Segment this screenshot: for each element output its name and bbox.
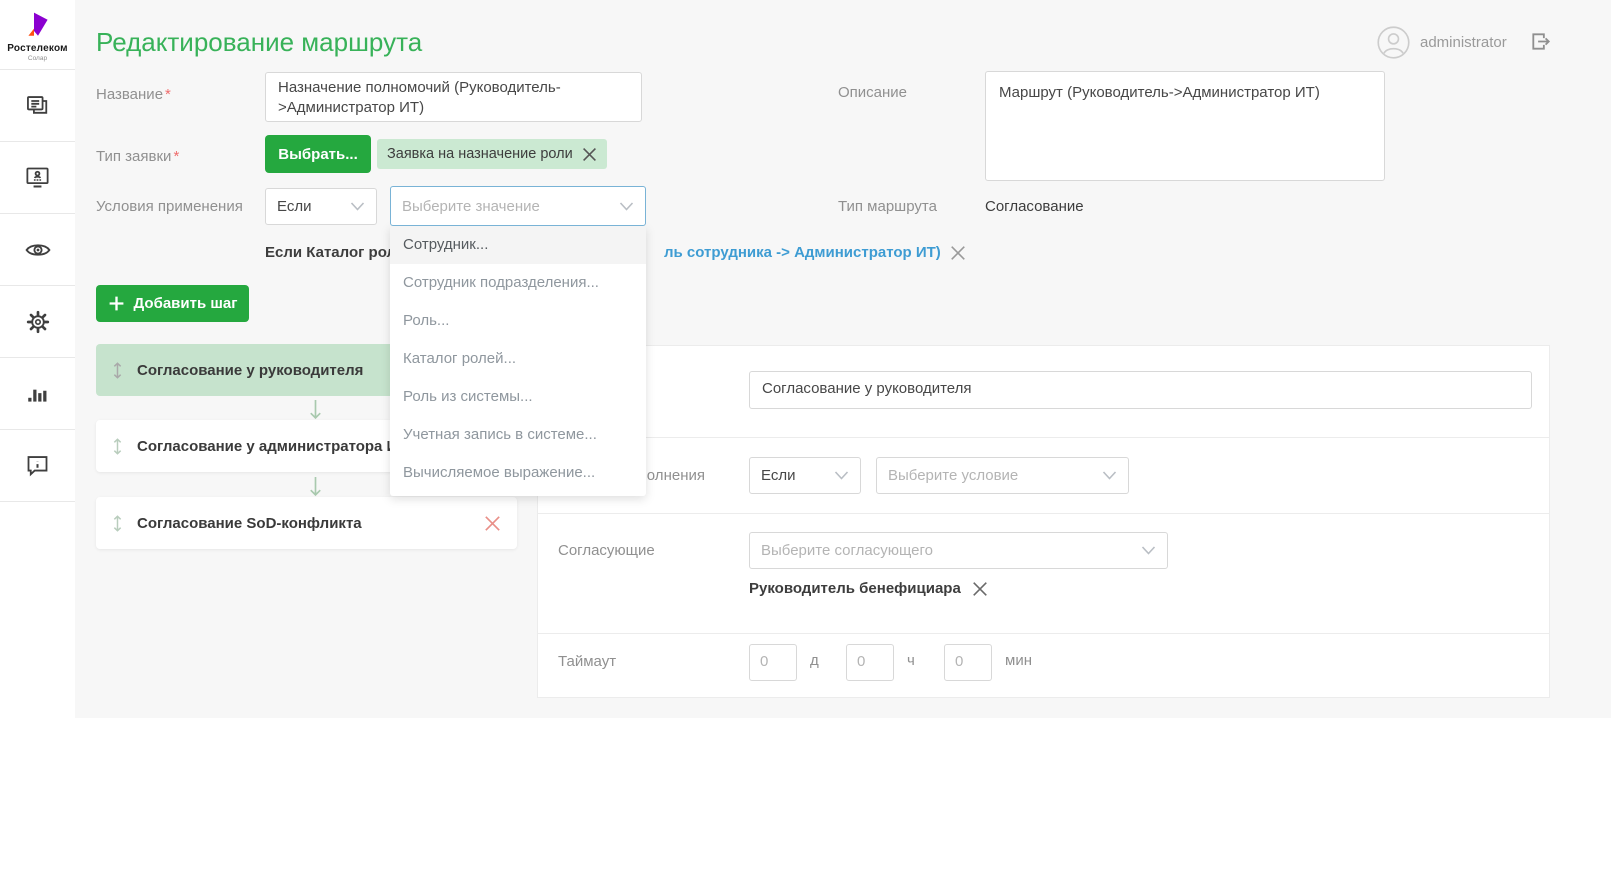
timeout-section: Таймаут 0 д 0 ч 0 мин [538,634,1549,697]
dropdown-item-role[interactable]: Роль... [390,302,646,340]
name-input[interactable]: Назначение полномочий (Руководитель->Адм… [265,72,642,122]
route-type-label: Тип маршрута [838,198,937,215]
timeout-minutes-input[interactable]: 0 [944,644,992,681]
chevron-down-icon [1141,542,1156,559]
apply-condition-value-select[interactable]: Выберите значение [390,186,646,226]
drag-handle-icon[interactable] [112,437,123,456]
request-type-label: Тип заявки * [96,148,180,165]
add-step-label: Добавить шаг [133,295,238,312]
chevron-down-icon [619,198,634,215]
monitor-approval-icon [26,167,49,188]
drag-handle-icon[interactable] [112,514,123,533]
dropdown-item-employee[interactable]: Сотрудник... [390,226,646,264]
brand-logo: Ростелеком Солар [0,0,75,70]
dropdown-item-system-account[interactable]: Учетная запись в системе... [390,416,646,454]
avatar-icon [1377,26,1410,59]
operator-value: Если [277,198,312,215]
username: administrator [1420,34,1507,51]
timeout-days-unit: д [810,652,819,669]
eye-icon [24,243,51,256]
step-name-input[interactable]: Согласование у руководителя [749,371,1532,409]
step-name-section: Согласование у руководителя [538,346,1549,438]
step-card-sod-conflict-approval[interactable]: Согласование SoD-конфликта [96,497,517,549]
chevron-down-icon [834,467,849,484]
applied-condition-link[interactable]: ль сотрудника -> Администратор ИТ) [664,244,941,261]
drag-handle-icon[interactable] [112,361,123,380]
add-step-button[interactable]: Добавить шаг [96,285,249,322]
applied-condition-value: ль сотрудника -> Администратор ИТ) [664,244,966,261]
feedback-icon [27,456,48,477]
step-label: Согласование SoD-конфликта [137,514,362,532]
dropdown-item-department-employee[interactable]: Сотрудник подразделения... [390,264,646,302]
request-type-tag-label: Заявка на назначение роли [387,146,573,162]
operator-value: Если [761,467,796,484]
exec-condition-operator-select[interactable]: Если [749,457,861,494]
chevron-down-icon [350,198,365,215]
required-asterisk: * [173,148,180,165]
description-label: Описание [838,84,908,101]
brand-name: Ростелеком [7,42,68,54]
remove-step-icon[interactable] [484,515,501,532]
rostelecom-logo-icon [27,12,48,36]
timeout-days-input[interactable]: 0 [749,644,797,681]
value-select-placeholder: Выберите значение [402,197,540,215]
required-asterisk: * [165,86,171,103]
selected-approver: Руководитель бенефициара [749,580,988,597]
name-label: Название * [96,86,171,103]
applied-condition-text: Если Каталог рол [265,244,397,261]
chevron-down-icon [1102,467,1117,484]
approver-placeholder: Выберите согласующего [761,542,933,559]
sidebar-item-org-structure[interactable] [0,142,75,214]
approvers-section: Согласующие Выберите согласующего Руково… [538,514,1549,634]
plus-icon [108,295,125,312]
selected-approver-label: Руководитель бенефициара [749,580,961,597]
exec-condition-select[interactable]: Выберите условие [876,457,1129,494]
exec-condition-section: Условия выполнения Если Выберите условие [538,438,1549,514]
choose-request-type-button[interactable]: Выбрать... [265,135,371,173]
sidebar: Ростелеком Солар [0,0,75,718]
dropdown-item-computed-expression[interactable]: Вычисляемое выражение... [390,454,646,492]
gear-icon [26,310,49,333]
sidebar-item-settings[interactable] [0,286,75,358]
route-edit-page: Ростелеком Солар Редактирование маршрута… [0,0,1611,890]
sidebar-item-monitoring[interactable] [0,214,75,286]
remove-approver-icon[interactable] [972,581,988,597]
brand-subtitle: Солар [27,54,48,62]
route-type-value: Согласование [985,198,1084,215]
timeout-minutes-unit: мин [1005,652,1032,669]
timeout-hours-input[interactable]: 0 [846,644,894,681]
sidebar-item-requests[interactable] [0,70,75,142]
approvers-label: Согласующие [558,542,655,559]
condition-placeholder: Выберите условие [888,467,1019,484]
user-avatar [1377,26,1410,64]
approver-select[interactable]: Выберите согласующего [749,532,1168,569]
timeout-label: Таймаут [558,653,617,670]
sidebar-item-feedback[interactable] [0,430,75,502]
apply-conditions-label: Условия применения [96,198,243,215]
timeout-hours-unit: ч [907,652,915,669]
description-textarea[interactable]: Маршрут (Руководитель->Администратор ИТ) [985,71,1385,181]
documents-icon [27,96,48,114]
bar-chart-icon [27,389,46,402]
logout-icon [1532,33,1551,50]
dropdown-item-system-role[interactable]: Роль из системы... [390,378,646,416]
step-settings-panel: Согласование у руководителя Условия выпо… [537,345,1550,698]
logout-button[interactable] [1529,30,1552,58]
remove-condition-icon[interactable] [950,245,966,261]
dropdown-item-role-catalog[interactable]: Каталог ролей... [390,340,646,378]
sidebar-item-reports[interactable] [0,358,75,430]
value-dropdown-menu: Сотрудник... Сотрудник подразделения... … [390,226,646,496]
request-type-tag: Заявка на назначение роли [377,139,607,169]
remove-request-type-icon[interactable] [582,147,597,162]
apply-condition-operator-select[interactable]: Если [265,188,377,225]
page-title: Редактирование маршрута [96,27,423,57]
